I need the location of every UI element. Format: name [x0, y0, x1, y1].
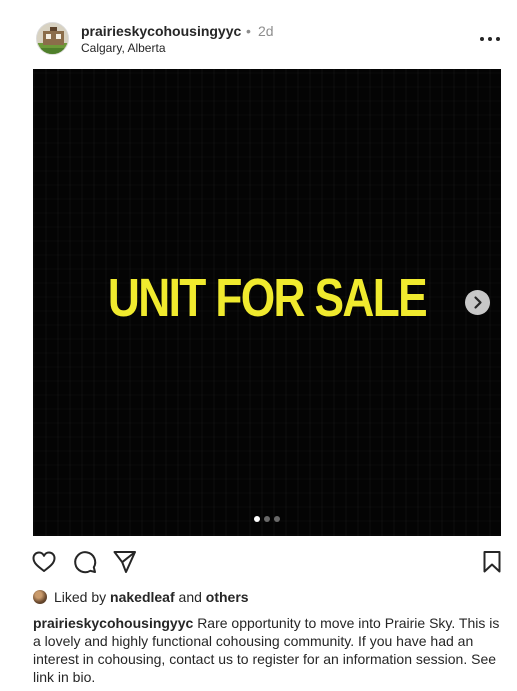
post-location[interactable]: Calgary, Alberta [81, 41, 166, 55]
post-username[interactable]: prairieskycohousingyyc [81, 23, 241, 39]
profile-avatar[interactable] [36, 22, 69, 55]
more-options-icon[interactable] [478, 30, 502, 48]
liker-username[interactable]: nakedleaf [110, 589, 175, 605]
media-headline: UNIT FOR SALE [107, 268, 428, 328]
likes-others-link[interactable]: others [206, 589, 249, 605]
comment-icon[interactable] [72, 549, 98, 575]
post-media[interactable]: UNIT FOR SALE [33, 69, 501, 536]
paper-plane-icon[interactable] [112, 549, 138, 575]
likes-and-label: and [178, 589, 202, 605]
liked-by-label: Liked by [54, 589, 107, 605]
post-actions [31, 549, 503, 575]
post-time[interactable]: 2d [258, 23, 274, 39]
post-caption: prairieskycohousingyyc Rare opportunity … [33, 614, 503, 686]
carousel-indicator [254, 516, 282, 522]
liker-avatar[interactable] [33, 590, 47, 604]
post-header: prairieskycohousingyyc • 2d Calgary, Alb… [36, 22, 502, 56]
carousel-dot-2 [264, 516, 270, 522]
avatar-photo [37, 23, 68, 54]
caption-username[interactable]: prairieskycohousingyyc [33, 615, 193, 631]
carousel-dot-1 [254, 516, 260, 522]
heart-icon[interactable] [31, 549, 57, 575]
carousel-dot-3 [274, 516, 280, 522]
chevron-right-icon[interactable] [465, 290, 490, 315]
bookmark-icon[interactable] [479, 549, 505, 575]
likes-text: Liked by nakedleaf and others [54, 589, 249, 605]
username-separator: • [246, 23, 251, 39]
